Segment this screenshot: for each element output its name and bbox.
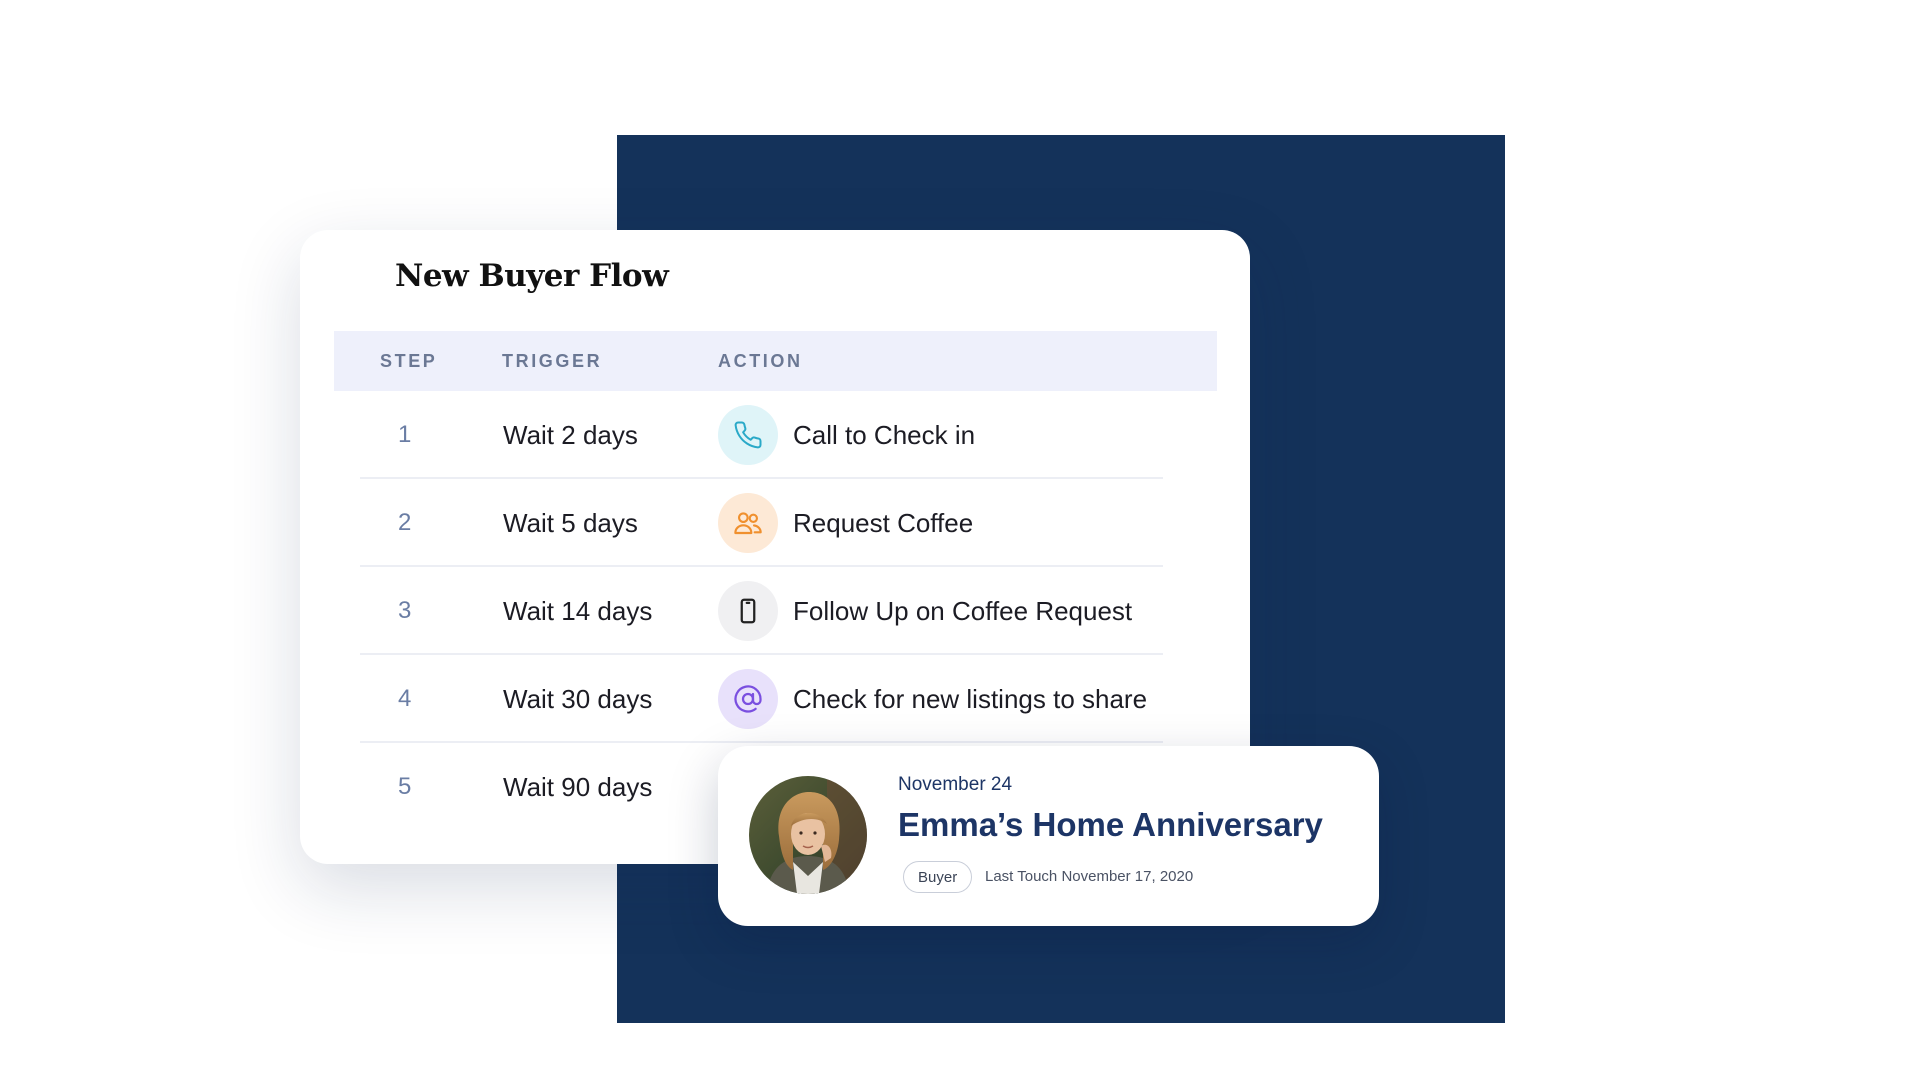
table-row[interactable]: 3 Wait 14 days Follow Up on Coffee Reque… [360, 567, 1163, 655]
at-sign-icon [718, 669, 778, 729]
last-touch-text: Last Touch November 17, 2020 [985, 868, 1194, 885]
step-number: 2 [398, 509, 412, 536]
people-icon [718, 493, 778, 553]
table-row[interactable]: 1 Wait 2 days Call to Check in [360, 391, 1163, 479]
step-number: 4 [398, 685, 412, 712]
step-number: 5 [398, 773, 412, 800]
avatar [749, 776, 867, 894]
table-row[interactable]: 4 Wait 30 days Check for new listings to… [360, 655, 1163, 743]
trigger-text: Wait 14 days [503, 596, 653, 626]
column-header-step: STEP [380, 351, 438, 371]
marketing-illustration: New Buyer Flow STEP TRIGGER ACTION 1 Wai… [0, 0, 1920, 1080]
phone-icon [718, 405, 778, 465]
table-header: STEP TRIGGER ACTION [334, 331, 1217, 391]
event-date: November 24 [898, 774, 1013, 795]
contact-type-badge: Buyer [903, 861, 973, 893]
action-text: Call to Check in [793, 420, 976, 450]
trigger-text: Wait 2 days [503, 420, 638, 450]
action-text: Follow Up on Coffee Request [793, 596, 1133, 626]
table-row[interactable]: 2 Wait 5 days Request Coffee [360, 479, 1163, 567]
column-header-trigger: TRIGGER [502, 351, 603, 371]
trigger-text: Wait 5 days [503, 508, 638, 538]
trigger-text: Wait 90 days [503, 772, 653, 802]
action-text: Check for new listings to share [793, 684, 1148, 714]
trigger-text: Wait 30 days [503, 684, 653, 714]
flow-title: New Buyer Flow [395, 258, 669, 294]
anniversary-event-card[interactable]: November 24 Emma’s Home Anniversary Buye… [718, 746, 1379, 926]
action-text: Request Coffee [793, 508, 974, 538]
step-number: 3 [398, 597, 412, 624]
step-number: 1 [398, 421, 412, 448]
event-title: Emma’s Home Anniversary [898, 806, 1323, 843]
mobile-phone-icon [718, 581, 778, 641]
column-header-action: ACTION [718, 351, 803, 371]
